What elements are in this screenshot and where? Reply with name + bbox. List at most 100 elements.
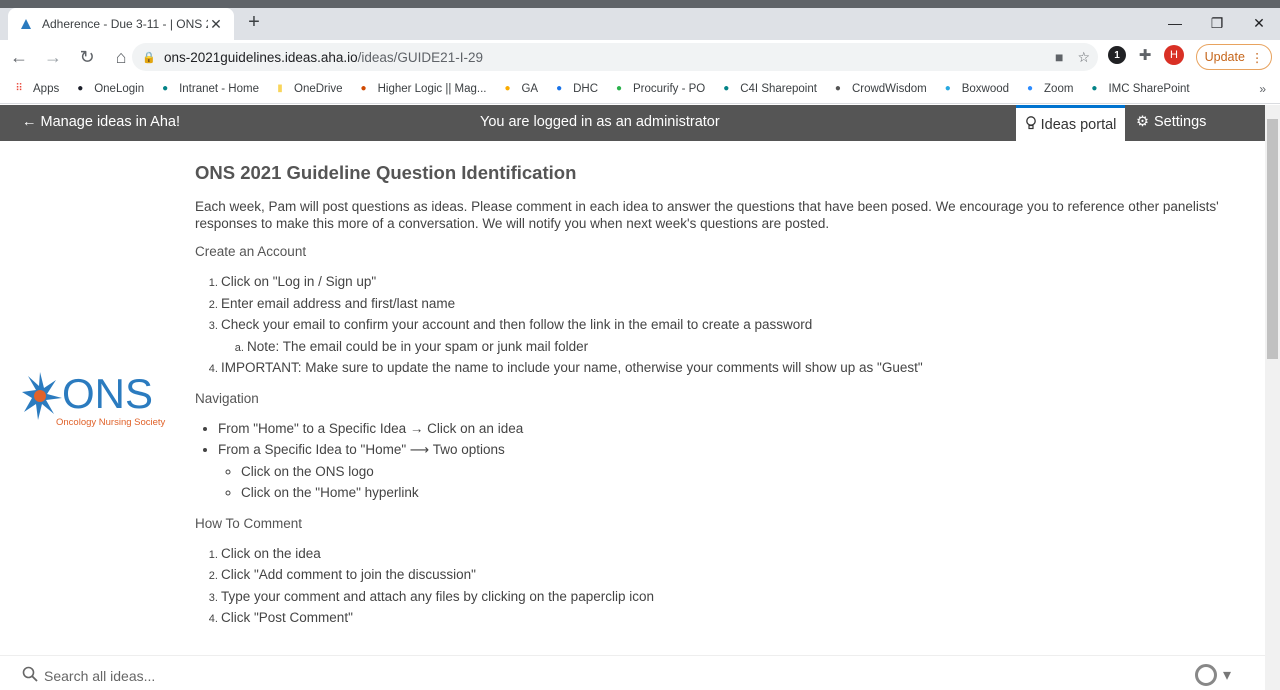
kebab-menu-icon: ⋮ [1250, 50, 1264, 65]
tab-ideas-portal[interactable]: Ideas portal [1016, 105, 1125, 141]
navigation-heading: Navigation [195, 390, 259, 406]
procurify-icon: ● [615, 83, 623, 94]
address-bar[interactable]: 🔒 ons-2021guidelines.ideas.aha.io/ideas/… [132, 43, 1098, 71]
analytics-icon: ● [504, 83, 511, 94]
extensions-puzzle-icon[interactable]: ✚ [1136, 46, 1154, 64]
minimize-icon[interactable]: — [1154, 10, 1196, 36]
restore-icon[interactable]: ❐ [1196, 10, 1238, 36]
new-tab-button[interactable]: + [244, 12, 264, 32]
manage-ideas-link[interactable]: ← Manage ideas in Aha! [22, 114, 180, 130]
list-item: Click on the "Home" hyperlink [241, 482, 1257, 504]
bookmark-label: GA [521, 82, 539, 95]
bookmarks-overflow-icon[interactable]: » [1259, 82, 1266, 96]
bookmark-item[interactable]: ⠿ Apps [12, 82, 59, 96]
list-item: Click on the ONS logo [241, 461, 1257, 483]
list-item: Click on the idea [221, 543, 1257, 565]
lightbulb-icon [1025, 115, 1037, 134]
browser-toolbar: ← → ↻ ⌂ 🔒 ons-2021guidelines.ideas.aha.i… [0, 40, 1280, 74]
aha-favicon-icon [18, 16, 34, 32]
bookmark-label: OneDrive [294, 82, 343, 95]
ons-starburst-icon [22, 372, 62, 420]
bookmark-label: OneLogin [94, 82, 145, 95]
intro-paragraph: Each week, Pam will post questions as id… [195, 199, 1219, 231]
navigation-list: From "Home" to a Specific Idea → Click o… [218, 418, 1257, 504]
caret-down-icon: ▾ [1223, 667, 1232, 684]
close-tab-icon[interactable]: ✕ [208, 16, 224, 33]
bottom-search-bar: Search all ideas... ▾ [0, 655, 1265, 690]
apps-grid-icon: ⠿ [15, 83, 23, 94]
list-item: Type your comment and attach any files b… [221, 586, 1257, 608]
search-ideas-field[interactable]: Search all ideas... [22, 666, 155, 685]
bookmark-item[interactable]: ● OneLogin [73, 82, 144, 96]
bookmark-item[interactable]: ● Higher Logic || Mag... [357, 82, 487, 96]
url-host: ons-2021guidelines.ideas.aha.io [164, 49, 358, 65]
bookmark-label: Procurify - PO [633, 82, 706, 95]
list-item-text: Check your email to confirm your account… [221, 317, 813, 332]
close-window-icon[interactable]: ✕ [1238, 10, 1280, 36]
bookmark-item[interactable]: ● DHC [552, 82, 598, 96]
list-item: From "Home" to a Specific Idea → Click o… [218, 418, 1257, 440]
list-item-text: From a Specific Idea to "Home" ⟶ Two opt… [218, 442, 505, 457]
folder-icon: ▮ [277, 83, 283, 94]
settings-label: Settings [1154, 114, 1207, 130]
bookmark-item[interactable]: ● Zoom [1023, 82, 1073, 96]
list-item: Note: The email could be in your spam or… [247, 336, 1257, 358]
comment-steps: Click on the idea Click "Add comment to … [221, 543, 1257, 629]
sharepoint-icon: ● [723, 83, 730, 94]
sharepoint-icon: ● [162, 83, 169, 94]
globe-icon: ● [834, 83, 841, 94]
bookmark-label: Intranet - Home [179, 82, 259, 95]
bookmark-star-icon[interactable]: ☆ [1077, 49, 1090, 66]
ideas-portal-label: Ideas portal [1040, 116, 1117, 133]
page-title: ONS 2021 Guideline Question Identificati… [195, 162, 577, 183]
settings-button[interactable]: ⚙ Settings [1136, 114, 1206, 130]
dhc-icon: ● [556, 83, 563, 94]
camera-icon[interactable]: ■ [1055, 49, 1063, 65]
bookmark-item[interactable]: ▮ OneDrive [273, 82, 343, 96]
onelogin-extension-icon[interactable]: 1 [1108, 46, 1126, 64]
user-menu[interactable]: ▾ [1195, 664, 1231, 686]
bookmark-item[interactable]: ● C4I Sharepoint [719, 82, 817, 96]
onelogin-icon: ● [77, 83, 84, 94]
browser-tab-active[interactable]: Adherence - Due 3-11 - | ONS 2021 ✕ [8, 8, 234, 40]
create-account-steps: Click on "Log in / Sign up" Enter email … [221, 271, 1257, 379]
bookmark-item[interactable]: ● Boxwood [941, 82, 1009, 96]
profile-avatar[interactable]: H [1164, 45, 1184, 65]
list-item: IMPORTANT: Make sure to update the name … [221, 357, 1257, 379]
bookmark-item[interactable]: ● Procurify - PO [612, 82, 705, 96]
window-controls: — ❐ ✕ [1154, 10, 1280, 36]
ons-logo[interactable]: ONS Oncology Nursing Society [22, 368, 172, 430]
scrollbar-thumb[interactable] [1267, 119, 1278, 359]
bookmark-item[interactable]: ● IMC SharePoint [1087, 82, 1189, 96]
gear-icon: ⚙ [1136, 114, 1149, 130]
back-arrow-icon[interactable]: ← [4, 42, 34, 72]
reload-icon[interactable]: ↻ [72, 42, 102, 72]
url-path: /ideas/GUIDE21-I-29 [357, 49, 483, 65]
user-avatar-icon [1195, 664, 1217, 686]
bookmark-label: C4I Sharepoint [740, 82, 817, 95]
list-item: Enter email address and first/last name [221, 293, 1257, 315]
higherlogic-icon: ● [360, 83, 367, 94]
bookmark-label: Apps [33, 82, 60, 95]
boxwood-icon: ● [944, 83, 951, 94]
bookmark-item[interactable]: ● CrowdWisdom [831, 82, 927, 96]
bookmark-label: Boxwood [961, 82, 1010, 95]
list-item: From a Specific Idea to "Home" ⟶ Two opt… [218, 439, 1257, 504]
lock-icon[interactable]: 🔒 [142, 51, 156, 64]
update-button[interactable]: Update ⋮ [1196, 44, 1272, 70]
forward-arrow-icon[interactable]: → [38, 42, 68, 72]
bookmark-item[interactable]: ● Intranet - Home [158, 82, 259, 96]
idea-description: ONS 2021 Guideline Question Identificati… [195, 162, 1257, 641]
bookmark-item[interactable]: ● GA [500, 82, 538, 96]
search-placeholder: Search all ideas... [44, 667, 156, 684]
list-item: Check your email to confirm your account… [221, 314, 1257, 357]
logo-brand-text: ONS [62, 370, 153, 417]
update-label: Update [1204, 50, 1245, 64]
bookmark-label: CrowdWisdom [851, 82, 927, 95]
bookmark-label: Higher Logic || Mag... [377, 82, 487, 95]
search-icon [22, 666, 38, 685]
how-to-comment-heading: How To Comment [195, 515, 303, 531]
sub-list: Note: The email could be in your spam or… [247, 336, 1257, 358]
page-scrollbar[interactable] [1265, 105, 1280, 690]
create-account-heading: Create an Account [195, 244, 307, 259]
